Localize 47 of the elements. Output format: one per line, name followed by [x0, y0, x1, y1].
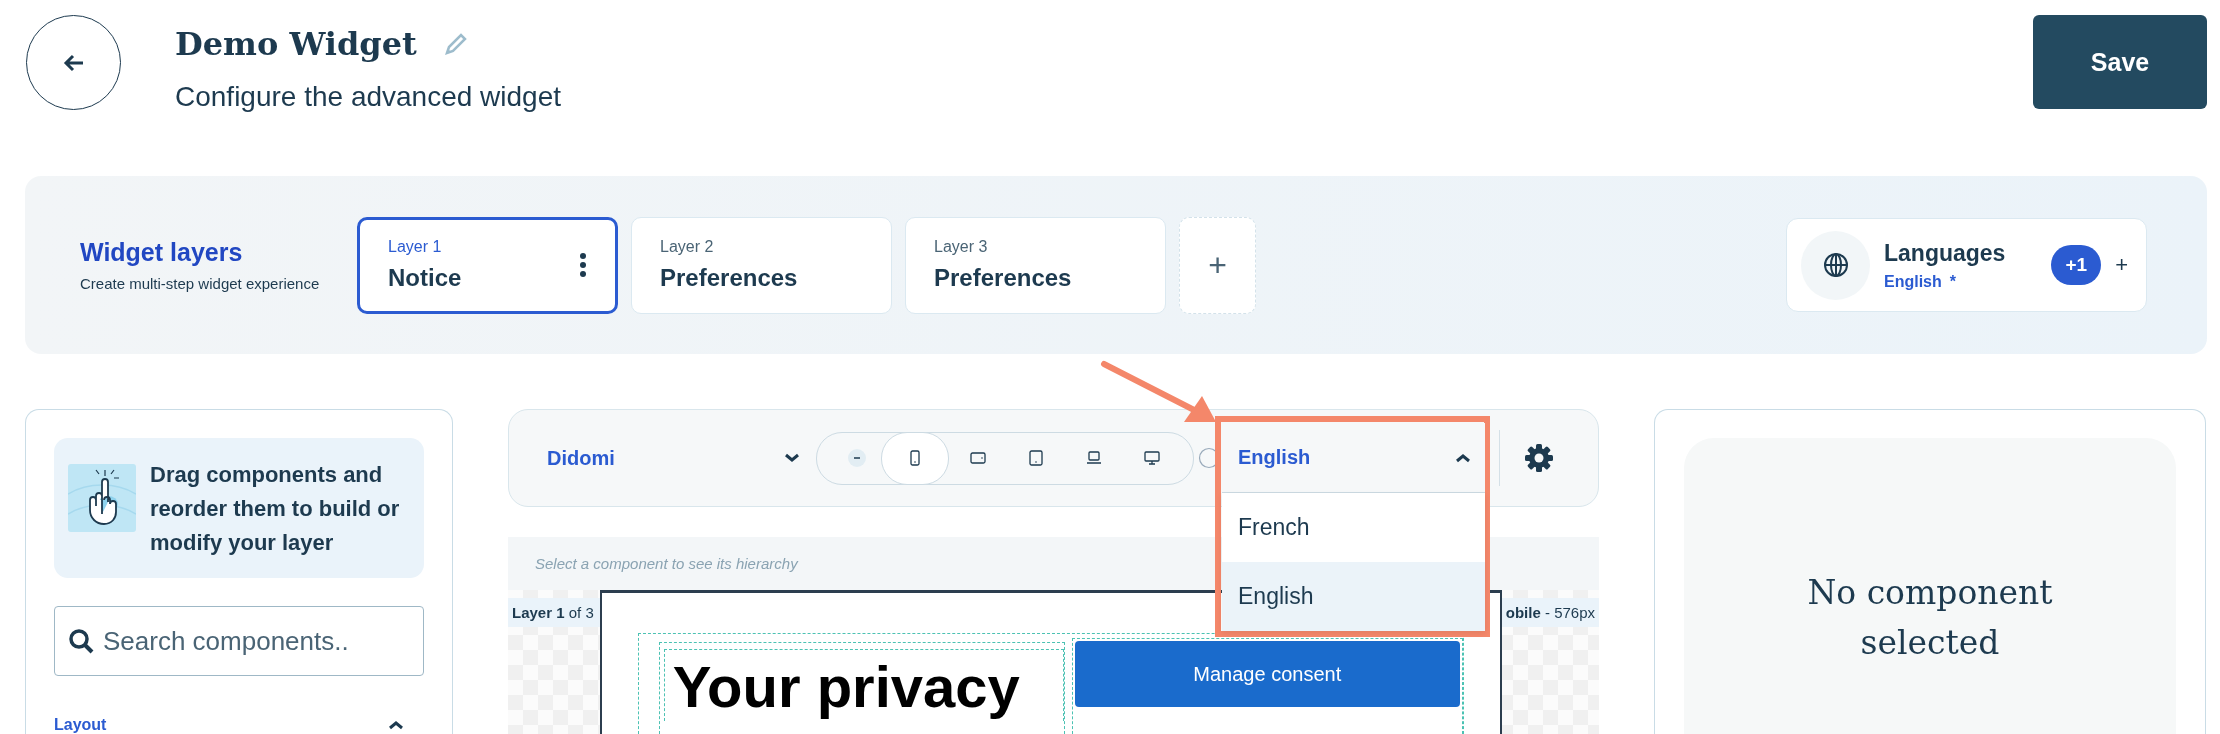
add-language-button[interactable]: + [2111, 252, 2132, 278]
section-label: Layout [54, 716, 107, 734]
section-description: Create multi-step widget experience [80, 275, 321, 292]
section-title: Widget layers [80, 238, 244, 267]
theme-select[interactable]: Didomi [547, 446, 808, 470]
page-title: Demo Widget [175, 25, 417, 63]
layer-card[interactable]: Layer 3 Preferences [905, 216, 1166, 314]
monitor-icon [1142, 448, 1162, 468]
minus-icon [847, 448, 867, 468]
more-options-icon[interactable] [579, 252, 587, 278]
language-select[interactable]: English [1222, 423, 1485, 493]
layer-name: Preferences [660, 264, 798, 292]
manage-consent-button[interactable]: Manage consent [1074, 641, 1460, 707]
page-subtitle: Configure the advanced widget [175, 81, 562, 113]
layer-label: Layer 1 [388, 238, 443, 256]
layer-indicator: Layer 1 of 3 [508, 598, 600, 627]
device-button[interactable] [881, 431, 949, 485]
preview-heading: Your privacy [672, 654, 1020, 719]
required-mark: * [1949, 272, 1956, 291]
tablet-icon [1026, 448, 1046, 468]
caret-icon [784, 453, 800, 463]
caret-icon [388, 720, 404, 730]
layer-card[interactable]: Layer 1 Notice [357, 216, 618, 314]
layer-name: Notice [388, 264, 462, 292]
empty-state-text: No component selected [1806, 572, 2054, 664]
menu-option[interactable]: French [1222, 493, 1485, 562]
tip-text: Drag components and reorder them to build or modify your layer [150, 461, 401, 557]
save-button[interactable]: Save [2033, 15, 2207, 109]
search-field[interactable]: Search components.. [54, 606, 424, 676]
tap-hand-icon [68, 464, 136, 532]
hint-text: Select a component to see its hierarchy [534, 554, 800, 574]
menu-option[interactable]: English [1222, 562, 1485, 631]
search-icon [68, 628, 94, 654]
section-header[interactable]: Layout [54, 716, 424, 734]
layer-card[interactable]: Layer 2 Preferences [631, 216, 892, 314]
layer-label: Layer 3 [934, 238, 989, 256]
languages-title: Languages [1884, 239, 2006, 267]
back-arrow-icon [62, 53, 85, 72]
caret-icon [1455, 452, 1471, 463]
device-indicator: obile - 576px [1501, 598, 1599, 627]
languages-card[interactable]: Languages English * +1 + [1786, 218, 2147, 312]
settings-icon[interactable] [1524, 443, 1554, 473]
default-language: English [1884, 272, 1942, 291]
add-layer-button[interactable]: + [1179, 216, 1256, 314]
layer-name: Preferences [934, 264, 1072, 292]
count-badge: +1 [2051, 245, 2102, 285]
layer-label: Layer 2 [660, 238, 715, 256]
